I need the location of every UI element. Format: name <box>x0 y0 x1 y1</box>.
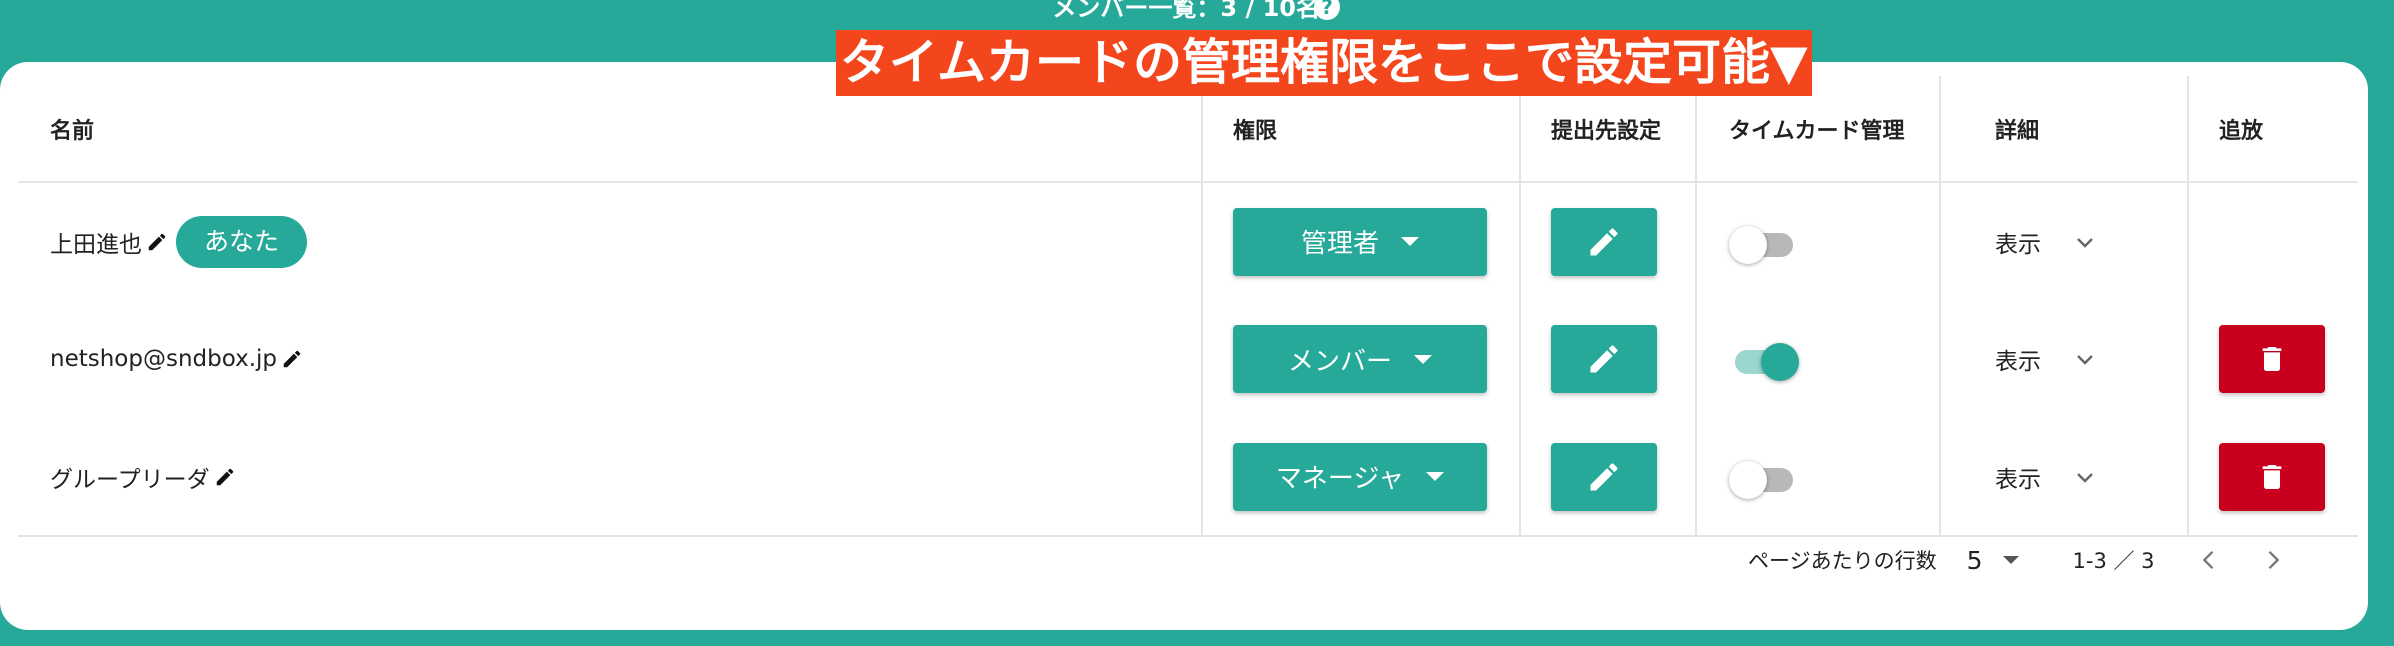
remove-cell <box>2188 182 2358 300</box>
role-label: マネージャ <box>1275 464 1405 494</box>
role-cell: メンバー <box>1202 300 1521 418</box>
chevron-left-icon[interactable] <box>2195 546 2223 574</box>
detail-expand-button[interactable]: 表示 <box>1995 342 2187 376</box>
role-label: 管理者 <box>1300 229 1379 259</box>
pencil-icon <box>1586 224 1622 260</box>
you-badge: あなた <box>176 215 308 268</box>
detail-cell: 表示 <box>1940 182 2189 300</box>
timecard-toggle[interactable] <box>1729 339 1799 381</box>
table-row: netshop@sndbox.jp メンバー 表示 <box>18 300 2358 418</box>
edit-submission-button[interactable] <box>1551 207 1657 276</box>
chevron-down-icon <box>2073 347 2097 371</box>
rows-per-page-value: 5 <box>1966 545 1983 575</box>
edit-submission-button[interactable] <box>1551 442 1657 511</box>
members-table: 名前 権限 提出先設定 タイムカード管理 詳細 追放 上田進也 あなた 管理者 表示 n… <box>18 76 2358 537</box>
table-pagination: ページあたりの行数 5 1-3 ／ 3 <box>1748 540 2287 580</box>
timecard-toggle[interactable] <box>1729 457 1799 499</box>
table-row: 上田進也 あなた 管理者 表示 <box>18 182 2358 300</box>
role-cell: 管理者 <box>1202 182 1521 300</box>
caret-down-icon <box>2002 556 2019 564</box>
detail-expand-button[interactable]: 表示 <box>1995 460 2187 494</box>
submission-cell <box>1520 418 1697 537</box>
detail-cell: 表示 <box>1940 300 2189 418</box>
remove-cell <box>2188 418 2358 537</box>
role-dropdown-button[interactable]: 管理者 <box>1233 207 1487 276</box>
members-card: 名前 権限 提出先設定 タイムカード管理 詳細 追放 上田進也 あなた 管理者 表示 n… <box>0 62 2368 630</box>
member-name: グループリーダ <box>50 466 210 493</box>
caret-down-icon <box>1401 237 1419 246</box>
remove-member-button[interactable] <box>2219 325 2325 393</box>
detail-expand-button[interactable]: 表示 <box>1995 225 2187 259</box>
timecard-cell <box>1696 418 1941 537</box>
trash-icon <box>2256 341 2288 377</box>
role-label: メンバー <box>1287 346 1392 377</box>
help-icon[interactable]: ? <box>1314 0 1340 20</box>
table-row: グループリーダ マネージャ 表示 <box>18 418 2358 537</box>
timecard-toggle[interactable] <box>1729 222 1799 264</box>
role-dropdown-button[interactable]: メンバー <box>1233 325 1487 393</box>
detail-cell: 表示 <box>1940 418 2189 537</box>
rows-per-page-label: ページあたりの行数 <box>1748 549 1937 573</box>
timecard-cell <box>1696 300 1941 418</box>
name-cell: 上田進也 あなた <box>18 182 1203 300</box>
submission-cell <box>1520 300 1697 418</box>
role-cell: マネージャ <box>1202 418 1521 537</box>
toggle-knob <box>1729 225 1767 264</box>
edit-name-pencil-icon[interactable] <box>214 466 236 488</box>
name-cell: グループリーダ <box>18 418 1203 537</box>
toggle-knob <box>1761 343 1799 381</box>
annotation-banner: タイムカードの管理権限をここで設定可能▼ <box>836 30 1812 96</box>
submission-cell <box>1520 182 1697 300</box>
pagination-range: 1-3 ／ 3 <box>2072 549 2155 573</box>
member-count-title: メンバー一覧：3 / 10名 <box>1052 0 1320 22</box>
pencil-icon <box>1586 341 1622 377</box>
caret-down-icon <box>1414 354 1432 364</box>
role-dropdown-button[interactable]: マネージャ <box>1233 442 1487 511</box>
chevron-down-icon <box>2073 230 2097 254</box>
detail-label: 表示 <box>1995 231 2041 258</box>
chevron-right-icon[interactable] <box>2259 546 2287 574</box>
edit-submission-button[interactable] <box>1551 325 1657 393</box>
detail-label: 表示 <box>1995 466 2041 493</box>
detail-label: 表示 <box>1995 349 2041 375</box>
caret-down-icon <box>1426 472 1445 481</box>
column-header-detail: 詳細 <box>1940 76 2189 183</box>
member-name: netshop@sndbox.jp <box>50 346 278 373</box>
chevron-down-icon <box>2073 465 2097 489</box>
timecard-cell <box>1696 182 1941 300</box>
member-name: 上田進也 <box>50 231 142 258</box>
pencil-icon <box>1586 459 1622 495</box>
edit-name-pencil-icon[interactable] <box>281 348 303 370</box>
remove-member-button[interactable] <box>2219 442 2325 511</box>
name-cell: netshop@sndbox.jp <box>18 300 1203 418</box>
column-header-remove: 追放 <box>2188 76 2358 183</box>
toggle-knob <box>1729 460 1767 499</box>
edit-name-pencil-icon[interactable] <box>146 231 168 253</box>
rows-per-page-select[interactable]: 5 <box>1967 546 2019 575</box>
remove-cell <box>2188 300 2358 418</box>
trash-icon <box>2256 459 2288 495</box>
